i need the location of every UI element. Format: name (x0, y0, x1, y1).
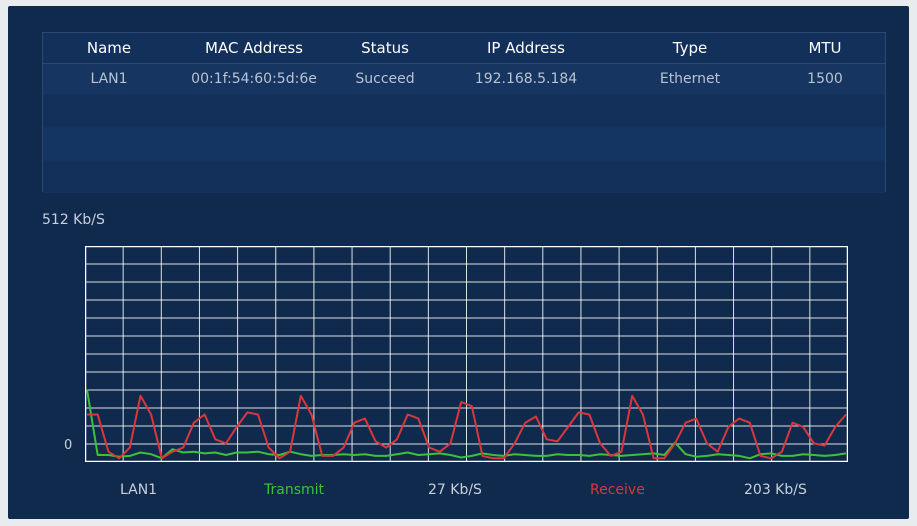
column-header-type[interactable]: Type (615, 39, 765, 57)
bandwidth-legend: LAN1 Transmit 27 Kb/S Receive 203 Kb/S (8, 482, 909, 506)
network-status-panel: Name MAC Address Status IP Address Type … (8, 6, 909, 519)
legend-receive-label: Receive (590, 482, 645, 498)
cell-name: LAN1 (90, 71, 128, 87)
cell-mtu: 1500 (807, 71, 843, 87)
column-header-mac-address[interactable]: MAC Address (175, 39, 333, 57)
table-header: Name MAC Address Status IP Address Type … (43, 33, 885, 64)
column-header-name[interactable]: Name (43, 39, 175, 57)
empty-table-row (43, 160, 885, 193)
table-row[interactable]: LAN1 00:1f:54:60:5d:6e Succeed 192.168.5… (43, 64, 885, 94)
y-axis-zero-label: 0 (64, 438, 73, 453)
legend-receive-value: 203 Kb/S (744, 482, 807, 498)
column-header-mtu[interactable]: MTU (765, 39, 885, 57)
column-header-status[interactable]: Status (333, 39, 437, 57)
chart-grid (85, 246, 848, 462)
cell-status: Succeed (355, 71, 415, 87)
column-header-ip-address[interactable]: IP Address (437, 39, 615, 57)
empty-table-row (43, 127, 885, 160)
empty-rows (43, 94, 885, 193)
network-interface-table: Name MAC Address Status IP Address Type … (42, 32, 886, 193)
legend-interface: LAN1 (120, 482, 158, 498)
cell-type: Ethernet (659, 71, 721, 87)
legend-transmit-value: 27 Kb/S (428, 482, 482, 498)
legend-transmit-label: Transmit (264, 482, 325, 498)
bandwidth-chart (85, 246, 848, 462)
empty-table-row (43, 94, 885, 127)
cell-ip-address: 192.168.5.184 (474, 71, 578, 87)
y-axis-max-label: 512 Kb/S (42, 212, 105, 228)
cell-mac-address: 00:1f:54:60:5d:6e (191, 71, 317, 87)
